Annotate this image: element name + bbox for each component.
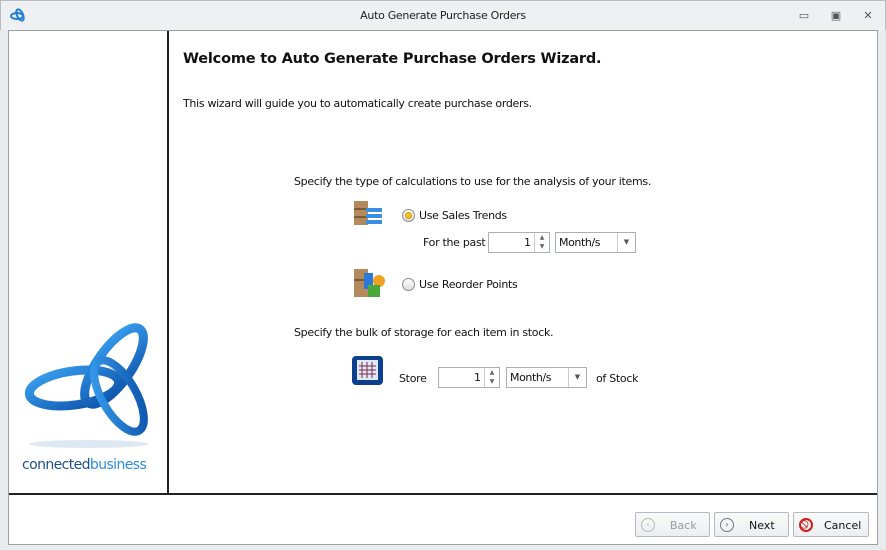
for-past-unit-dropdown[interactable]: Month/s ▼ xyxy=(555,232,636,253)
chevron-right-icon: › xyxy=(720,518,734,532)
page-title: Welcome to Auto Generate Purchase Orders… xyxy=(183,51,602,67)
logo-text: connectedbusiness xyxy=(22,457,147,473)
sales-trends-icon xyxy=(354,201,382,225)
for-past-spinner[interactable]: 1 ▲ ▼ xyxy=(488,232,550,253)
store-unit-dropdown[interactable]: Month/s ▼ xyxy=(506,367,587,388)
store-spinner[interactable]: 1 ▲ ▼ xyxy=(438,367,500,388)
chevron-left-icon: ‹ xyxy=(641,518,655,532)
storage-prompt: Specify the bulk of storage for each ite… xyxy=(294,326,554,339)
use-sales-trends-radio[interactable] xyxy=(402,209,415,222)
storage-grid-icon xyxy=(352,356,383,385)
restore-button[interactable]: ▣ xyxy=(829,9,843,22)
divider xyxy=(9,493,877,495)
cancel-icon: ⃠ xyxy=(799,518,813,532)
store-label: Store xyxy=(399,372,427,385)
chevron-down-icon[interactable]: ▼ xyxy=(568,368,586,387)
spinner-arrows-icon[interactable]: ▲ ▼ xyxy=(484,368,499,387)
close-button[interactable]: ✕ xyxy=(861,9,875,22)
for-past-label: For the past xyxy=(423,236,486,249)
chevron-down-icon[interactable]: ▼ xyxy=(617,233,635,252)
spinner-arrows-icon[interactable]: ▲ ▼ xyxy=(534,233,549,252)
intro-text: This wizard will guide you to automatica… xyxy=(183,97,532,110)
use-reorder-points-radio[interactable] xyxy=(402,278,415,291)
connected-business-logo xyxy=(24,323,149,448)
window-title: Auto Generate Purchase Orders xyxy=(360,9,526,22)
title-bar: Auto Generate Purchase Orders ▭ ▣ ✕ xyxy=(0,0,886,30)
calc-prompt: Specify the type of calculations to use … xyxy=(294,175,652,188)
use-sales-trends-label[interactable]: Use Sales Trends xyxy=(419,209,507,222)
back-button[interactable]: ‹ Back xyxy=(635,512,710,537)
wizard-panel: connectedbusiness Welcome to Auto Genera… xyxy=(8,30,878,545)
minimize-button[interactable]: ▭ xyxy=(797,9,811,22)
reorder-points-icon xyxy=(354,269,385,297)
next-button[interactable]: › Next xyxy=(714,512,789,537)
use-reorder-points-label[interactable]: Use Reorder Points xyxy=(419,278,518,291)
sidebar: connectedbusiness xyxy=(9,31,169,494)
cancel-button[interactable]: ⃠Cancel xyxy=(793,512,869,537)
of-stock-label: of Stock xyxy=(596,372,639,385)
